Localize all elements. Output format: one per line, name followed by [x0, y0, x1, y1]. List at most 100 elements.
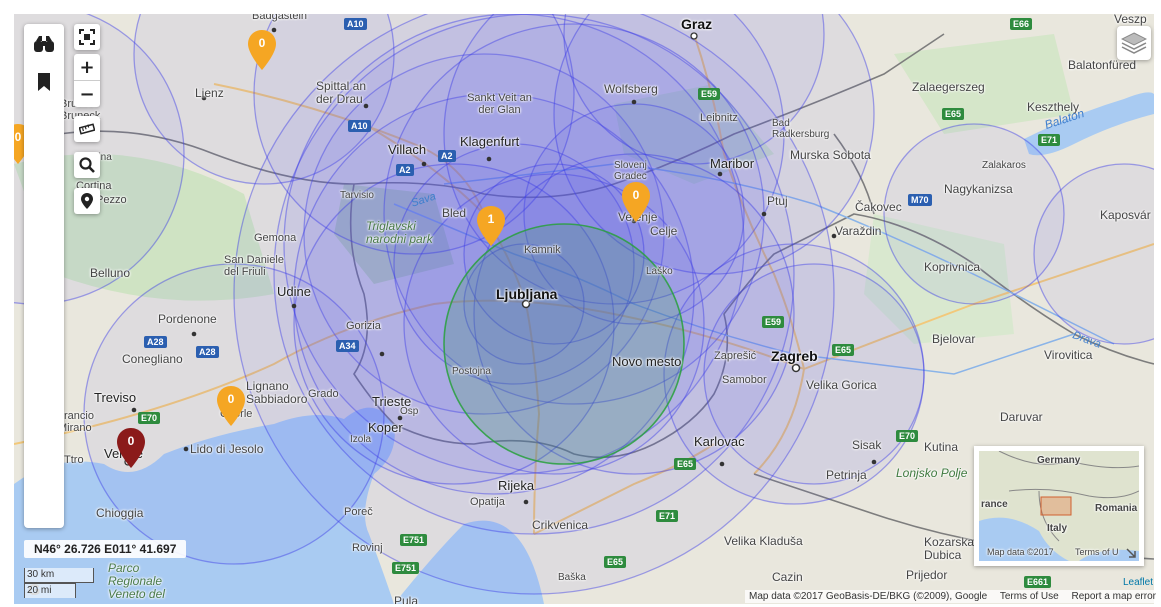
road-e70: E70 — [138, 412, 161, 424]
place-badgastein: Badgastein — [252, 14, 308, 22]
place-chioggia: Chioggia — [96, 506, 144, 520]
place-cakovec: Čakovec — [855, 200, 902, 214]
place-zagreb: Zagreb — [771, 348, 818, 364]
place-lienz: Lienz — [195, 86, 224, 100]
place-kamnik: Kamnik — [524, 244, 561, 256]
road-e65: E65 — [832, 344, 855, 356]
place-veszp: Veszp — [1114, 14, 1147, 26]
place-leibnitz: Leibnitz — [700, 112, 738, 124]
overview-minimap[interactable]: Germany rance Italy Romania Map data ©20… — [974, 446, 1144, 566]
fullscreen-icon — [79, 29, 95, 45]
place-nagykanizsa: Nagykanizsa — [944, 182, 1013, 196]
minimap-italy: Italy — [1047, 523, 1068, 534]
layers-icon — [1121, 32, 1147, 54]
cluster-marker-selected[interactable]: 0 — [117, 428, 145, 468]
place-murskasobota: Murska Sobota — [790, 148, 871, 162]
minimap-canvas: Germany rance Italy Romania Map data ©20… — [979, 451, 1139, 561]
place-postojna: Postojna — [452, 366, 491, 377]
road-e751: E751 — [392, 562, 420, 574]
marker-count: 1 — [487, 212, 495, 226]
attribution-bar: Map data ©2017 GeoBasis-DE/BKG (©2009), … — [745, 590, 1161, 603]
cluster-marker[interactable]: 0 — [622, 182, 650, 222]
report-error-link[interactable]: Report a map error — [1072, 591, 1156, 602]
zoom-out-button[interactable]: − — [74, 80, 100, 107]
marker-count: 0 — [632, 188, 640, 202]
locate-button[interactable] — [74, 188, 100, 214]
place-lasko: Laško — [646, 266, 673, 277]
place-crikvenica: Crikvenica — [532, 518, 589, 532]
marker-count: 0 — [227, 392, 235, 406]
place-slovenjgradec: Slovenj Gradec — [614, 160, 647, 182]
minimap-romania: Romania — [1095, 503, 1138, 514]
place-treviso: Treviso — [94, 390, 137, 405]
place-koprivnica: Koprivnica — [924, 260, 981, 274]
bookmark-button[interactable] — [32, 70, 56, 94]
collapse-arrow-icon[interactable] — [1126, 548, 1136, 558]
place-badradkersburg: Bad Radkersburg — [772, 118, 830, 140]
place-maribor: Maribor — [710, 156, 755, 171]
road-a34: A34 — [336, 340, 359, 352]
place-opatija: Opatija — [470, 496, 505, 508]
marker-count: 0 — [258, 36, 266, 50]
terms-link[interactable]: Terms of Use — [1000, 591, 1059, 602]
attribution-text: Map data ©2017 GeoBasis-DE/BKG (©2009), … — [749, 591, 988, 602]
place-balatonfured: Balatonfüred — [1068, 58, 1137, 72]
place-wolfsberg: Wolfsberg — [604, 82, 658, 96]
minimap-germany: Germany — [1037, 455, 1081, 466]
place-prijedor: Prijedor — [906, 568, 948, 582]
zoom-in-button[interactable]: + — [74, 54, 100, 80]
binoculars-button[interactable] — [32, 32, 56, 56]
road-a10: A10 — [344, 18, 367, 30]
place-gemona: Gemona — [254, 232, 297, 244]
place-ptuj: Ptuj — [767, 194, 788, 208]
place-lidodijesolo: Lido di Jesolo — [190, 442, 264, 456]
place-bled: Bled — [442, 206, 467, 220]
place-sanktveit: Sankt Veit an der Glan — [467, 92, 532, 116]
measure-control — [74, 116, 100, 142]
measure-button[interactable] — [74, 116, 100, 142]
fullscreen-button[interactable] — [74, 24, 100, 50]
place-zalaegerszeg: Zalaegerszeg — [912, 80, 985, 94]
place-triglav: Triglavski narodni park — [366, 219, 433, 246]
binoculars-icon — [34, 36, 54, 52]
place-osp: Osp — [400, 406, 419, 417]
cluster-marker[interactable]: 0 — [248, 30, 276, 70]
cluster-marker[interactable]: 1 — [477, 206, 505, 246]
place-francio: rancio — [64, 410, 94, 422]
place-porec: Poreč — [344, 506, 373, 518]
ruler-icon — [79, 123, 95, 135]
road-e65: E65 — [604, 556, 627, 568]
place-koper: Koper — [368, 420, 403, 435]
leaflet-link[interactable]: Leaflet — [1123, 577, 1153, 588]
place-gorizia: Gorizia — [346, 320, 381, 332]
cluster-marker[interactable]: 0 — [217, 386, 245, 426]
place-sisak: Sisak — [852, 438, 882, 452]
place-pula: Pula — [394, 594, 419, 604]
place-bjelovar: Bjelovar — [932, 332, 976, 346]
zoom-control: + − — [74, 54, 100, 107]
minimap-terms[interactable]: Terms of U — [1075, 547, 1119, 557]
road-e71: E71 — [1038, 134, 1061, 146]
road-e661: E661 — [1024, 576, 1052, 588]
road-a28: A28 — [196, 346, 219, 358]
place-velikagorica: Velika Gorica — [806, 378, 877, 392]
place-varazdin: Varaždin — [835, 224, 882, 238]
road-e65: E65 — [674, 458, 697, 470]
scale-metric: 30 km — [24, 568, 94, 583]
place-grado: Grado — [308, 388, 339, 400]
place-velikakladusa: Velika Kladuša — [724, 534, 803, 548]
place-spittal: Spittal an der Drau — [316, 79, 367, 106]
minimap-mapdata: Map data ©2017 — [987, 547, 1054, 557]
bookmark-icon — [38, 73, 50, 91]
place-zapresic: Zaprešić — [714, 350, 757, 362]
place-daruvar: Daruvar — [1000, 410, 1043, 424]
place-auronzo: Pezzo — [96, 194, 127, 206]
road-a10: A10 — [348, 120, 371, 132]
place-baska: Baška — [558, 572, 586, 583]
minimap-france: rance — [981, 499, 1008, 510]
layers-button[interactable] — [1117, 26, 1151, 60]
place-villach: Villach — [388, 142, 427, 157]
road-e751: E751 — [400, 534, 428, 546]
place-zalakaros: Zalakaros — [982, 160, 1026, 171]
search-button[interactable] — [74, 152, 100, 178]
